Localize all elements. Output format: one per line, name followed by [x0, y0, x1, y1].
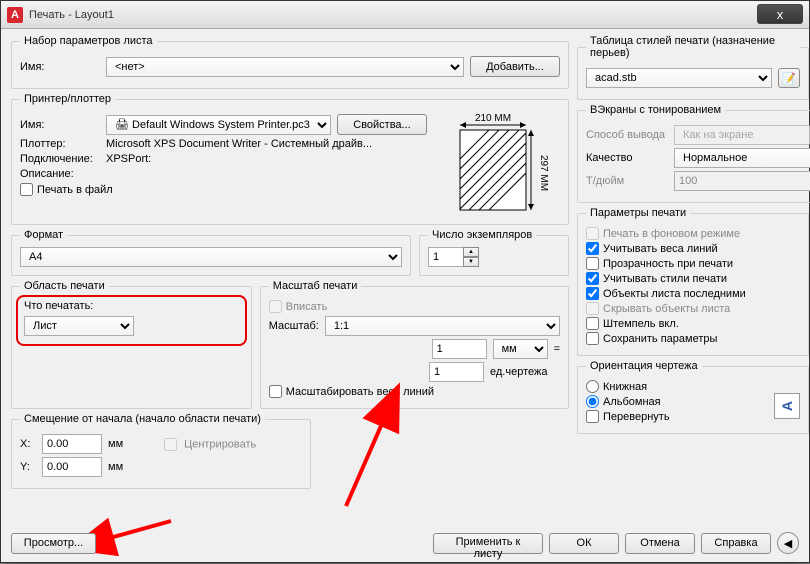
scale-select[interactable]: 1:1 — [325, 316, 560, 336]
orient-icon: A — [774, 393, 800, 419]
offset-x-label: X: — [20, 438, 36, 450]
spin-up-icon[interactable]: ▲ — [463, 247, 479, 257]
opt-save-check[interactable]: Сохранить параметры — [586, 332, 717, 345]
copies-group: Число экземпляров ▲▼ — [419, 229, 569, 276]
copies-input[interactable] — [428, 247, 464, 267]
pageset-name-select[interactable]: <нет> — [106, 57, 464, 77]
print-to-file-check[interactable]: Печать в файл — [20, 183, 113, 196]
options-legend: Параметры печати — [586, 207, 690, 219]
spin-down-icon[interactable]: ▼ — [463, 257, 479, 267]
offset-legend: Смещение от начала (начало области печат… — [20, 413, 265, 425]
svg-text:297 MM: 297 MM — [538, 155, 549, 191]
orient-flip-check[interactable]: Перевернуть — [586, 410, 670, 423]
equals-sign: = — [554, 343, 560, 355]
paper-preview: 210 MM — [435, 111, 560, 216]
opt-transparency-check[interactable]: Прозрачность при печати — [586, 257, 733, 270]
scale-units-input[interactable] — [429, 362, 484, 382]
svg-text:210 MM: 210 MM — [474, 113, 510, 124]
window-title: Печать - Layout1 — [29, 9, 803, 21]
pageset-legend: Набор параметров листа — [20, 35, 157, 47]
offset-group: Смещение от начала (начало области печат… — [11, 413, 311, 489]
cancel-button[interactable]: Отмена — [625, 533, 695, 554]
mode-label: Способ вывода — [586, 129, 668, 141]
pageset-add-button[interactable]: Добавить... — [470, 56, 560, 77]
orient-group: Ориентация чертежа Книжная Альбомная Пер… — [577, 360, 809, 434]
port-value: XPSPort: — [106, 153, 151, 165]
viewport-group: ВЭкраны с тонированием Способ вывода Как… — [577, 104, 810, 203]
titlebar: A Печать - Layout1 x — [1, 1, 809, 29]
preview-button[interactable]: Просмотр... — [11, 533, 96, 554]
area-what-select[interactable]: Лист — [24, 316, 134, 336]
styles-legend: Таблица стилей печати (назначение перьев… — [586, 35, 800, 59]
port-label: Подключение: — [20, 153, 100, 165]
viewport-legend: ВЭкраны с тонированием — [586, 104, 725, 116]
units-label: ед.чертежа — [490, 366, 560, 378]
opt-plotstyles-check[interactable]: Учитывать стили печати — [586, 272, 727, 285]
opt-bg-check: Печать в фоновом режиме — [586, 227, 740, 240]
orient-legend: Ориентация чертежа — [586, 360, 702, 372]
printer-legend: Принтер/плоттер — [20, 93, 115, 105]
orient-portrait-radio[interactable]: Книжная — [586, 380, 647, 393]
quality-label: Качество — [586, 152, 668, 164]
area-group: Область печати Что печатать: Лист — [11, 280, 252, 409]
styles-group: Таблица стилей печати (назначение перьев… — [577, 35, 809, 100]
area-legend: Область печати — [20, 280, 109, 292]
scale-label: Масштаб: — [269, 320, 319, 332]
collapse-button[interactable]: ◀ — [777, 532, 799, 554]
plotter-label: Плоттер: — [20, 138, 100, 150]
scale-unit-select[interactable]: мм — [493, 339, 548, 359]
mode-select: Как на экране — [674, 125, 810, 145]
dpi-input — [674, 171, 810, 191]
printer-name-label: Имя: — [20, 119, 100, 131]
footer: Просмотр... Применить к листу ОК Отмена … — [11, 532, 799, 554]
area-highlight: Что печатать: Лист — [16, 295, 247, 346]
copies-spinner[interactable]: ▲▼ — [428, 247, 479, 267]
opt-hide-check: Скрывать объекты листа — [586, 302, 730, 315]
offset-mm-1: мм — [108, 438, 138, 450]
scale-group: Масштаб печати Вписать Масштаб: 1:1 мм = — [260, 280, 569, 409]
dpi-label: Т/дюйм — [586, 175, 668, 187]
opt-lw-check[interactable]: Учитывать веса линий — [586, 242, 718, 255]
offset-mm-2: мм — [108, 461, 138, 473]
format-legend: Формат — [20, 229, 67, 241]
opt-paperspace-check[interactable]: Объекты листа последними — [586, 287, 746, 300]
orient-landscape-radio[interactable]: Альбомная — [586, 395, 661, 408]
printer-name-select[interactable]: 🖨 Default Windows System Printer.pc3 — [106, 115, 331, 135]
offset-y-label: Y: — [20, 461, 36, 473]
styles-select[interactable]: acad.stb — [586, 68, 772, 88]
printer-props-button[interactable]: Свойства... — [337, 114, 427, 135]
printer-group: Принтер/плоттер Имя: 🖨 Default Windows S… — [11, 93, 569, 225]
fit-check: Вписать — [269, 300, 328, 313]
plotter-value: Microsoft XPS Document Writer - Системны… — [106, 138, 372, 150]
options-group: Параметры печати Печать в фоновом режиме… — [577, 207, 809, 356]
print-dialog: A Печать - Layout1 x Набор параметров ли… — [0, 0, 810, 563]
close-button[interactable]: x — [757, 4, 803, 24]
chevron-left-icon: ◀ — [784, 537, 792, 550]
offset-y-input[interactable] — [42, 457, 102, 477]
offset-x-input[interactable] — [42, 434, 102, 454]
area-what-label: Что печатать: — [24, 300, 239, 312]
apply-button[interactable]: Применить к листу — [433, 533, 543, 554]
quality-select[interactable]: Нормальное — [674, 148, 810, 168]
center-check: Центрировать — [164, 438, 256, 451]
pageset-name-label: Имя: — [20, 61, 100, 73]
app-icon: A — [7, 7, 23, 23]
styles-edit-button[interactable]: 📝 — [778, 68, 800, 88]
help-button[interactable]: Справка — [701, 533, 771, 554]
format-group: Формат A4 — [11, 229, 411, 276]
format-select[interactable]: A4 — [20, 247, 402, 267]
scale-mm-input[interactable] — [432, 339, 487, 359]
scale-legend: Масштаб печати — [269, 280, 362, 292]
opt-stamp-check[interactable]: Штемпель вкл. — [586, 317, 679, 330]
desc-label: Описание: — [20, 168, 100, 180]
copies-legend: Число экземпляров — [428, 229, 536, 241]
ok-button[interactable]: ОК — [549, 533, 619, 554]
pageset-group: Набор параметров листа Имя: <нет> Добави… — [11, 35, 569, 89]
scale-lw-check[interactable]: Масштабировать веса линий — [269, 385, 434, 398]
